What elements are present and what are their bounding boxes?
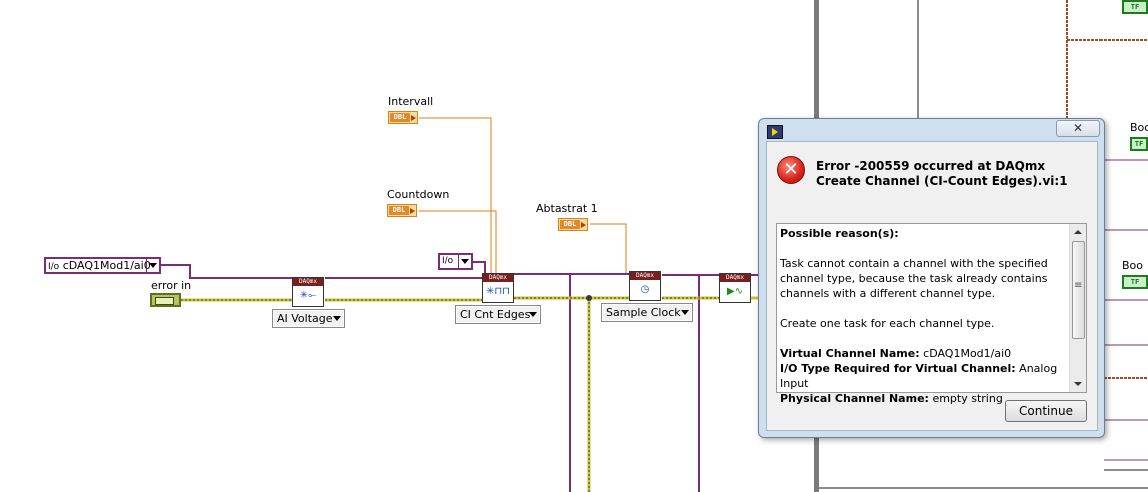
error-title: Error -200559 occurred at DAQmx Create C… — [816, 159, 1068, 188]
ci-edges-icon: ✳⊓⊓ — [486, 286, 510, 297]
labview-run-icon — [767, 125, 783, 139]
scroll-thumb[interactable] — [1072, 241, 1085, 339]
channel-value: cDAQ1Mod1/ai0 — [62, 259, 151, 272]
detail-io-type: I/O Type Required for Virtual Channel: A… — [780, 362, 1058, 390]
abtastrat-dbl-terminal[interactable]: DBL — [558, 218, 588, 231]
reasons-heading: Possible reason(s): — [780, 227, 899, 240]
daqmx-create-channel-ci-vi[interactable]: DAQmx ✳⊓⊓ — [482, 273, 514, 303]
scroll-up-icon[interactable] — [1070, 224, 1086, 240]
io-ring-constant[interactable]: I/o — [438, 253, 473, 270]
chevron-down-icon[interactable] — [458, 255, 471, 268]
error-message-text: Possible reason(s): Task cannot contain … — [780, 226, 1066, 406]
close-button[interactable]: ✕ — [1056, 120, 1100, 137]
bool-indicator-1[interactable]: TF — [1130, 137, 1148, 151]
ai-voltage-selector[interactable]: AI Voltage — [272, 309, 345, 328]
error-dialog: ✕ ✕ Error -200559 occurred at DAQmx Crea… — [758, 118, 1105, 438]
continue-button[interactable]: Continue — [1005, 400, 1087, 422]
bool-indicator-top[interactable]: TF — [1122, 0, 1148, 14]
message-scrollbar[interactable] — [1069, 224, 1086, 392]
sample-clock-selector[interactable]: Sample Clock — [601, 303, 693, 322]
daqmx-start-task-vi[interactable]: DAQmx ▶∿ — [719, 273, 751, 303]
countdown-dbl-terminal[interactable]: DBL — [387, 204, 417, 217]
intervall-dbl-terminal[interactable]: DBL — [388, 111, 418, 124]
chevron-down-icon — [333, 316, 341, 321]
boolean-label-2: Boo — [1122, 259, 1144, 272]
dialog-client-area: ✕ Error -200559 occurred at DAQmx Create… — [766, 141, 1098, 431]
countdown-label: Countdown — [387, 188, 450, 201]
abtastrat-label: Abtastrat 1 — [536, 202, 598, 215]
play-icon: ▶∿ — [726, 286, 744, 297]
ai-voltage-icon: ✳⟜ — [299, 290, 317, 301]
chevron-down-icon[interactable] — [146, 259, 159, 272]
bool-indicator-2[interactable]: TF — [1122, 275, 1148, 289]
daqmx-create-channel-ai-vi[interactable]: DAQmx ✳⟜ — [292, 277, 324, 307]
scroll-down-icon[interactable] — [1070, 376, 1086, 392]
ci-cnt-edges-selector[interactable]: CI Cnt Edges — [455, 305, 541, 324]
advice-paragraph: Create one task for each channel type. — [780, 317, 995, 330]
clock-icon: ◷ — [640, 284, 650, 295]
io-glyph-icon: I/o — [48, 262, 60, 272]
reason-paragraph: Task cannot contain a channel with the s… — [780, 257, 1048, 300]
io-ring-value: I/o — [442, 256, 454, 266]
error-icon: ✕ — [777, 156, 805, 184]
detail-virtual-channel: Virtual Channel Name: cDAQ1Mod1/ai0 — [780, 347, 1012, 360]
error-in-terminal[interactable] — [150, 293, 181, 307]
chevron-down-icon — [529, 312, 537, 317]
error-in-label: error in — [151, 279, 192, 292]
daqmx-timing-vi[interactable]: DAQmx ◷ — [629, 271, 661, 301]
channel-control[interactable]: I/o cDAQ1Mod1/ai0 — [44, 257, 161, 274]
intervall-label: Intervall — [388, 95, 434, 108]
chevron-down-icon — [681, 310, 689, 315]
boolean-label-1: Boo — [1130, 121, 1148, 134]
error-message-box[interactable]: Possible reason(s): Task cannot contain … — [776, 223, 1087, 405]
